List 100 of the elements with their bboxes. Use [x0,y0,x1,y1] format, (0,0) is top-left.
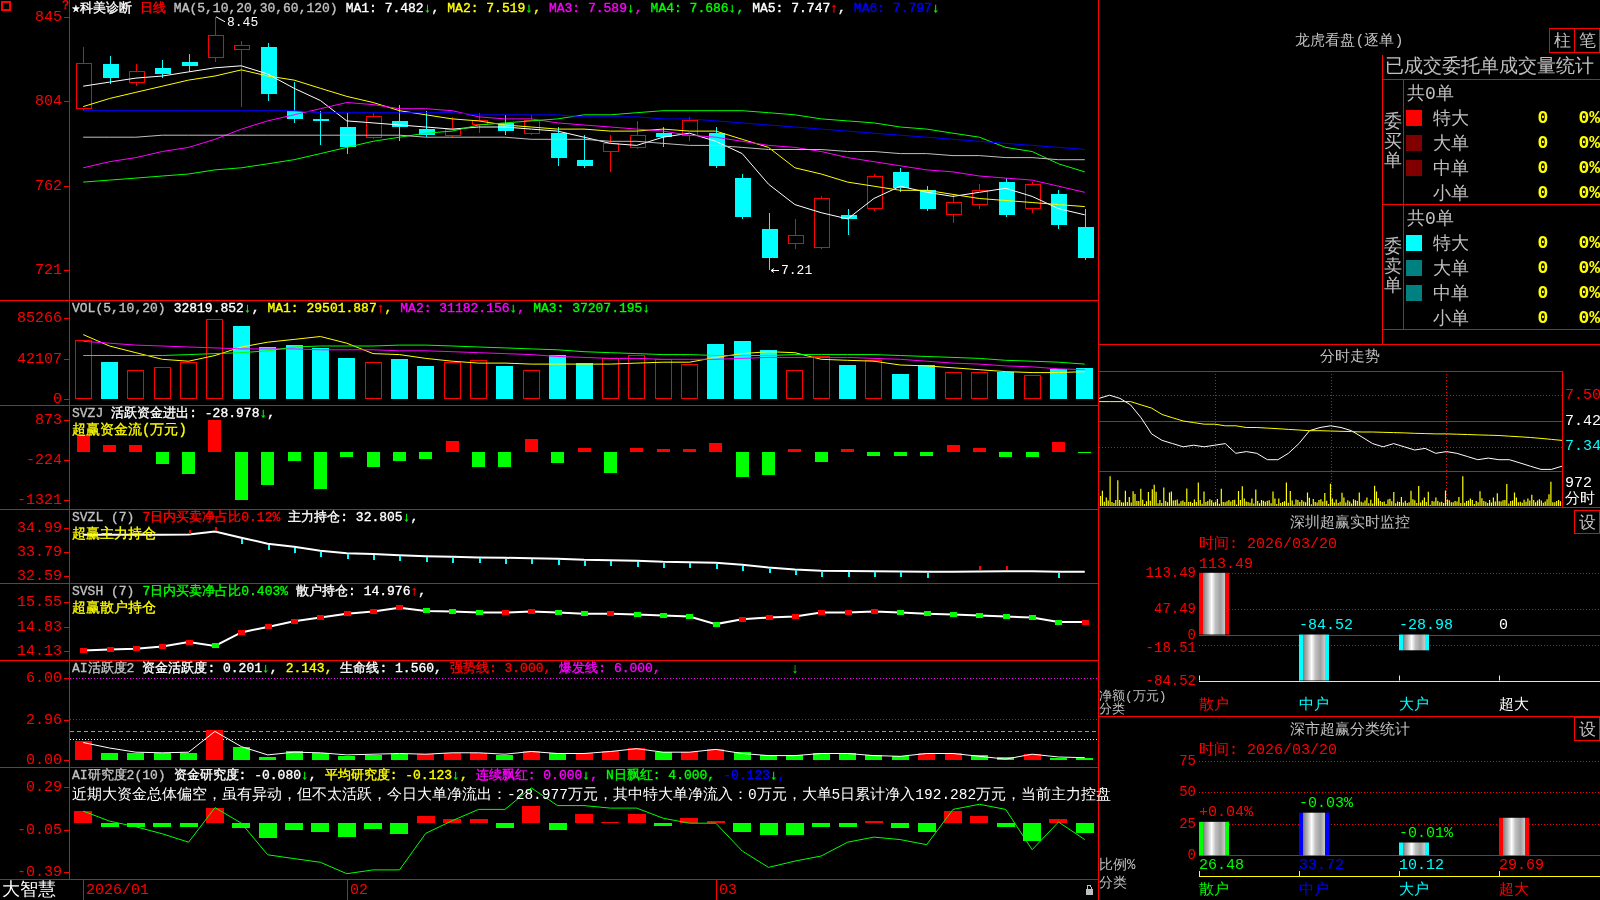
settings-button[interactable]: 设 [1574,717,1600,741]
separator-text: , [418,584,427,599]
chart-bar [786,754,803,761]
chart-bar [918,752,935,761]
candle [75,46,92,112]
chart-bar [813,753,830,761]
candle [418,110,435,138]
trend-arrow: ↑ [376,301,385,316]
legend-text: MA4: 7.686 [650,1,729,16]
candle [919,185,936,212]
order-percent: 0% [1578,132,1600,153]
order-percent: 0% [1578,157,1600,178]
chart-bar [839,753,856,761]
trend-arrow: ↑ [410,584,419,599]
trend-arrow: ↓ [262,661,270,676]
chart-bar [496,365,513,400]
chart-bar [393,451,406,462]
legend-text: 生命线: 1.560 [340,661,435,676]
chart-bar [235,451,248,500]
total-count: 共0单 [1407,82,1454,105]
candle [655,126,672,148]
order-count: 0 [1536,132,1550,153]
candle [761,212,778,271]
candle [1024,181,1041,214]
chart-bar [338,823,356,838]
legend-text: MA6: 7.797 [853,1,932,16]
chart-bar [576,753,593,761]
chart-bar [945,371,962,400]
order-size-label: 中单 [1433,282,1470,305]
chart-bar [129,444,142,452]
separator-text: , [634,1,643,16]
separator-text: , [431,1,440,16]
candle [576,134,593,169]
chart-bar [365,362,382,400]
chart-bar [443,818,461,824]
axis-label: 32.59 [17,568,62,583]
order-size-label: 大单 [1433,132,1470,155]
legend-text: 平均研究度: -0.123 [324,768,453,783]
chart-bar [101,753,118,761]
view-toggle-button[interactable]: 笔 [1574,28,1600,53]
axis-label: 113.49 [1145,564,1196,581]
axis-label: 85266 [17,310,62,327]
chart-bar [77,434,90,452]
legend-text: SVZJ [72,406,104,421]
chart-bar [707,749,724,761]
chart-bar [971,371,988,400]
legend-text: AI研究度2(10) [72,768,166,783]
chart-bar [75,741,92,761]
separator-text: , [251,301,260,316]
value-label: -28.98 [1399,617,1453,635]
chart-bar [417,365,434,400]
axis-label: 845 [35,9,62,26]
timestamp-text: 时间: 2026/03/20 [1199,536,1338,553]
chart-bar [920,451,933,456]
legend-text: MA2: 31182.156 [400,301,510,316]
chart-bar [259,756,276,761]
chart-bar [470,752,487,761]
settings-button[interactable]: 设 [1574,510,1600,534]
candle [787,218,804,250]
candle [391,104,408,142]
chart-bar [709,442,722,452]
candle [681,116,698,142]
axis-label: 2.96 [26,712,62,729]
order-size-label: 小单 [1433,182,1470,205]
chart-bar [762,451,775,476]
view-toggle-button[interactable]: 柱 [1549,28,1575,53]
signal-arrow: ↓ [790,660,800,677]
legend-text: SVZL (7) [72,510,135,525]
chart-bar [391,359,408,400]
separator-text: , [590,768,598,783]
chart-bar [156,451,169,465]
square-icon[interactable] [1,1,11,11]
separator-text: , [652,661,661,676]
chart-bar [549,753,566,761]
legend-text: 2.143 [285,661,325,676]
axis-label: 47.49 [1154,600,1196,617]
order-percent: 0% [1578,307,1600,328]
axis-label: 75 [1179,752,1196,769]
axis-label: 42107 [17,351,62,368]
chart-bar [101,362,118,400]
chart-bar [1076,823,1094,834]
chart-bar [390,823,408,834]
trend-arrow: ↓ [452,768,460,783]
order-count: 0 [1536,307,1550,328]
chart-bar [760,754,777,761]
chart-bar [973,447,986,452]
legend-text: SVSH (7) [72,584,135,599]
order-size-label: 中单 [1433,157,1470,180]
value-label: 33.72 [1299,856,1344,874]
candle [602,134,619,173]
axis-label: -0.05 [17,822,62,839]
chart-bar [867,451,880,456]
help-mark[interactable]: ? [62,0,70,13]
chart-bar [472,451,485,468]
trend-arrow: ↓ [243,301,252,316]
axis-label: 7.50 [1565,386,1600,404]
section-title: 深市超赢分类统计 [1289,720,1410,739]
legend-text: 资金研究度: -0.080 [173,768,302,783]
chart-bar [285,823,303,831]
chart-bar [1499,817,1529,856]
